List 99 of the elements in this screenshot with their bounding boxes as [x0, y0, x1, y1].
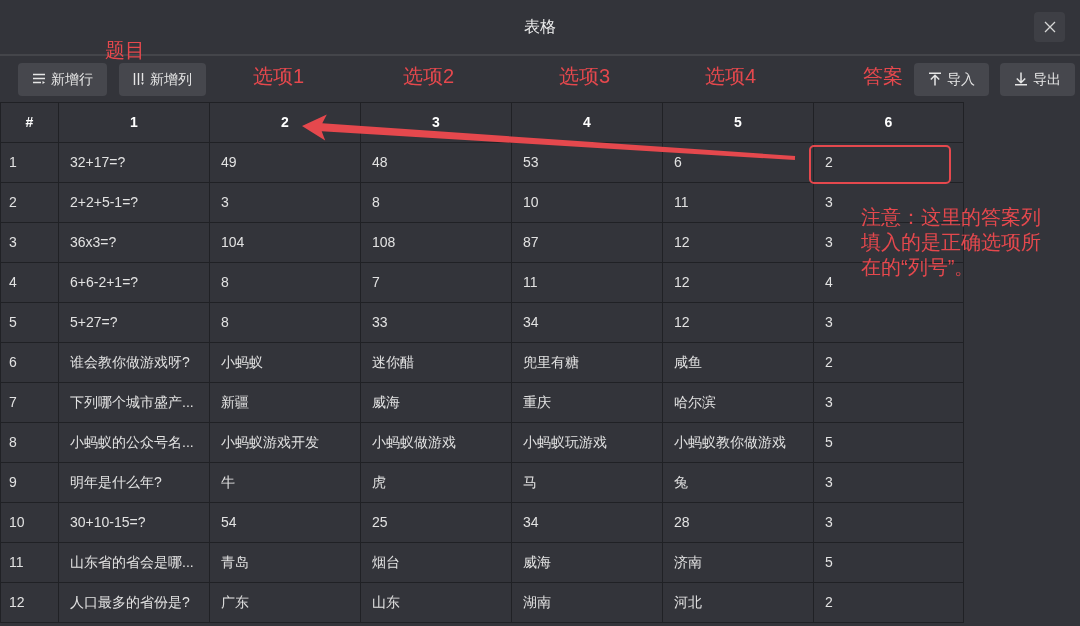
- toolbar-button[interactable]: 新增列: [119, 62, 206, 96]
- column-header: 1: [58, 102, 210, 143]
- toolbar-button[interactable]: 导出: [1000, 62, 1075, 96]
- row-number: 9: [0, 462, 59, 503]
- table-cell: 下列哪个城市盛产...: [58, 382, 210, 423]
- table-cell: 87: [511, 222, 663, 263]
- table-cell: 重庆: [511, 382, 663, 423]
- table-cell: 49: [209, 142, 361, 183]
- table-cell: 12: [662, 302, 814, 343]
- annotation-note: 注意：这里的答案列填入的是正确选项所在的“列号”。: [861, 205, 1042, 280]
- row-number: 4: [0, 262, 59, 303]
- table-cell: 威海: [511, 542, 663, 583]
- table-cell: 2: [813, 342, 964, 383]
- row-number: 7: [0, 382, 59, 423]
- table-cell: 新疆: [209, 382, 361, 423]
- annotation-label: 选项2: [403, 64, 455, 88]
- annotation-label: 选项1: [253, 64, 305, 88]
- table-cell: 8: [209, 302, 361, 343]
- table-cell: 28: [662, 502, 814, 543]
- horizontal-lines-icon: [32, 73, 46, 85]
- window-title: 表格: [524, 17, 556, 37]
- table-cell: 湖南: [511, 582, 663, 623]
- table-cell: 54: [209, 502, 361, 543]
- table-cell: 32+17=?: [58, 142, 210, 183]
- toolbar-button[interactable]: 导入: [914, 62, 989, 96]
- table-cell: 山东: [360, 582, 512, 623]
- table-cell: 25: [360, 502, 512, 543]
- table-cell: 11: [662, 182, 814, 223]
- table-cell: 11: [511, 262, 663, 303]
- vertical-lines-icon: [133, 72, 145, 86]
- table-cell: 牛: [209, 462, 361, 503]
- table-cell: 12: [662, 262, 814, 303]
- table-cell: 烟台: [360, 542, 512, 583]
- table-cell: 5: [813, 422, 964, 463]
- table-cell: 3: [813, 382, 964, 423]
- annotation-label: 选项3: [559, 64, 611, 88]
- table-cell: 10: [511, 182, 663, 223]
- table-cell: 小蚂蚁玩游戏: [511, 422, 663, 463]
- table-cell: 青岛: [209, 542, 361, 583]
- annotation-label: 选项4: [705, 64, 757, 88]
- table-cell: 河北: [662, 582, 814, 623]
- row-number: 1: [0, 142, 59, 183]
- column-header: #: [0, 102, 59, 143]
- table-cell: 8: [209, 262, 361, 303]
- table-cell: 明年是什么年?: [58, 462, 210, 503]
- table-cell: 谁会教你做游戏呀?: [58, 342, 210, 383]
- table-cell: 3: [813, 302, 964, 343]
- table-cell: 人口最多的省份是?: [58, 582, 210, 623]
- annotation-label: 题目: [105, 38, 145, 62]
- row-number: 11: [0, 542, 59, 583]
- row-number: 8: [0, 422, 59, 463]
- table-cell: 30+10-15=?: [58, 502, 210, 543]
- toolbar-button[interactable]: 新增行: [18, 62, 107, 96]
- table-cell: 马: [511, 462, 663, 503]
- table-cell: 3: [813, 462, 964, 503]
- table-cell: 6+6-2+1=?: [58, 262, 210, 303]
- table-cell: 8: [360, 182, 512, 223]
- column-header: 5: [662, 102, 814, 143]
- table-cell: 12: [662, 222, 814, 263]
- table-cell: 兜里有糖: [511, 342, 663, 383]
- arrow-up-to-line-icon: [928, 72, 942, 86]
- table-cell: 兔: [662, 462, 814, 503]
- arrow-down-to-line-icon: [1014, 72, 1028, 86]
- table-cell: 5+27=?: [58, 302, 210, 343]
- table-cell: 34: [511, 502, 663, 543]
- table-cell: 小蚂蚁做游戏: [360, 422, 512, 463]
- table-cell: 济南: [662, 542, 814, 583]
- annotation-label: 答案: [863, 64, 903, 88]
- row-number: 6: [0, 342, 59, 383]
- table-cell: 迷你醋: [360, 342, 512, 383]
- row-number: 5: [0, 302, 59, 343]
- row-number: 10: [0, 502, 59, 543]
- table-cell: 虎: [360, 462, 512, 503]
- table-cell: 威海: [360, 382, 512, 423]
- table-cell: 104: [209, 222, 361, 263]
- column-header: 6: [813, 102, 964, 143]
- table-cell: 广东: [209, 582, 361, 623]
- table-cell: 33: [360, 302, 512, 343]
- table-cell: 小蚂蚁游戏开发: [209, 422, 361, 463]
- table-cell: 小蚂蚁教你做游戏: [662, 422, 814, 463]
- table-cell: 3: [209, 182, 361, 223]
- row-number: 3: [0, 222, 59, 263]
- table-cell: 小蚂蚁: [209, 342, 361, 383]
- table-cell: 5: [813, 542, 964, 583]
- table-cell: 小蚂蚁的公众号名...: [58, 422, 210, 463]
- table-cell: 咸鱼: [662, 342, 814, 383]
- table-cell: 36x3=?: [58, 222, 210, 263]
- close-icon: [1043, 21, 1056, 33]
- table-cell: 山东省的省会是哪...: [58, 542, 210, 583]
- table-cell: 34: [511, 302, 663, 343]
- table-cell: 3: [813, 502, 964, 543]
- table-cell: 2: [813, 582, 964, 623]
- row-number: 2: [0, 182, 59, 223]
- table-cell: 哈尔滨: [662, 382, 814, 423]
- table-cell: 108: [360, 222, 512, 263]
- row-number: 12: [0, 582, 59, 623]
- table-cell: 2+2+5-1=?: [58, 182, 210, 223]
- table-cell: 7: [360, 262, 512, 303]
- close-button[interactable]: [1034, 12, 1065, 42]
